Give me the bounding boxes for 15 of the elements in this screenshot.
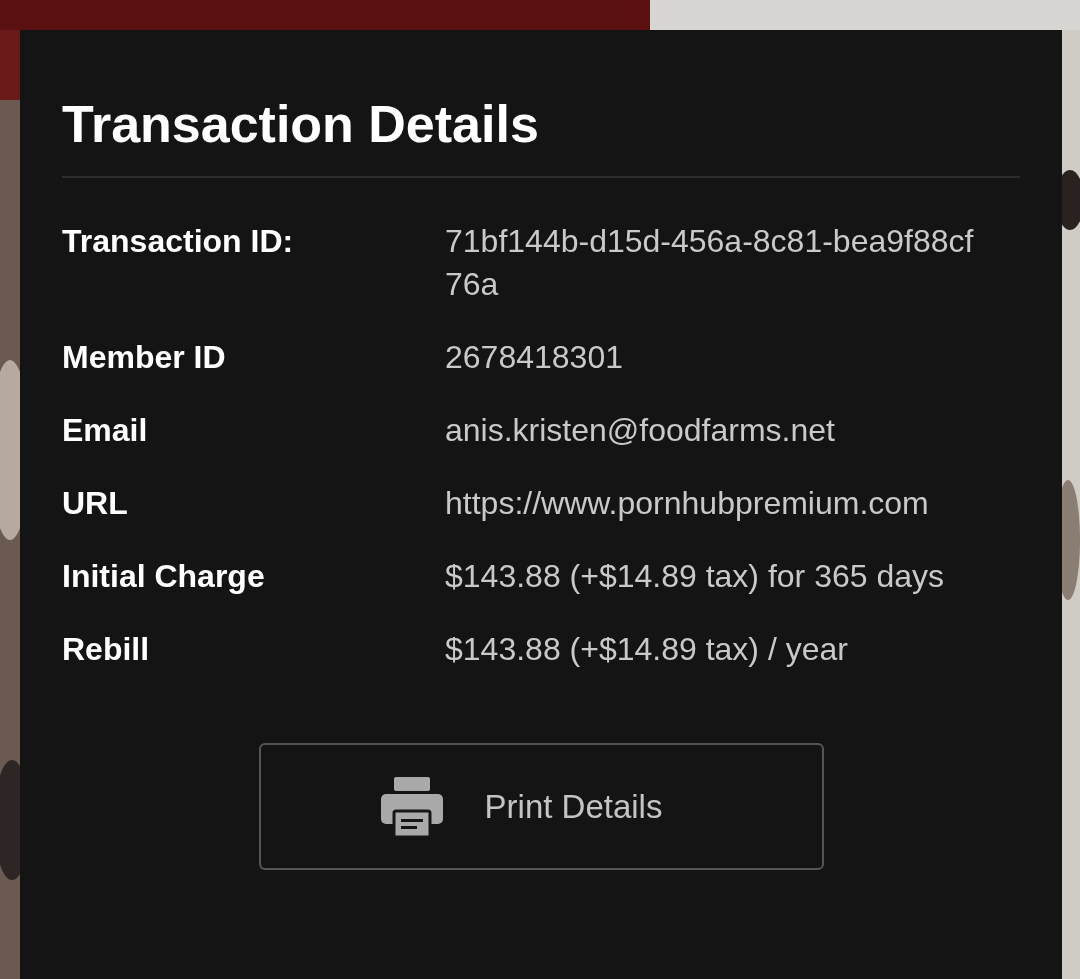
field-label: Email: [62, 411, 149, 450]
field-label: URL: [62, 484, 129, 523]
field-value: 71bf144b-d15d-456a-8c81-bea9f88cf76a: [445, 222, 975, 304]
field-label: Transaction ID:: [62, 222, 295, 261]
field-value: $143.88 (+$14.89 tax) for 365 days: [445, 557, 945, 596]
panel-title: Transaction Details: [62, 98, 540, 150]
field-label: Rebill: [62, 630, 151, 669]
field-value: 2678418301: [445, 338, 624, 377]
field-value: anis.kristen@foodfarms.net: [445, 411, 836, 450]
field-value: $143.88 (+$14.89 tax) / year: [445, 630, 849, 669]
print-button[interactable]: Print Details: [259, 743, 824, 870]
field-label: Initial Charge: [62, 557, 266, 596]
field-label: Member ID: [62, 338, 227, 377]
field-value: https://www.pornhubpremium.com: [445, 484, 930, 523]
printer-icon: [380, 776, 443, 837]
